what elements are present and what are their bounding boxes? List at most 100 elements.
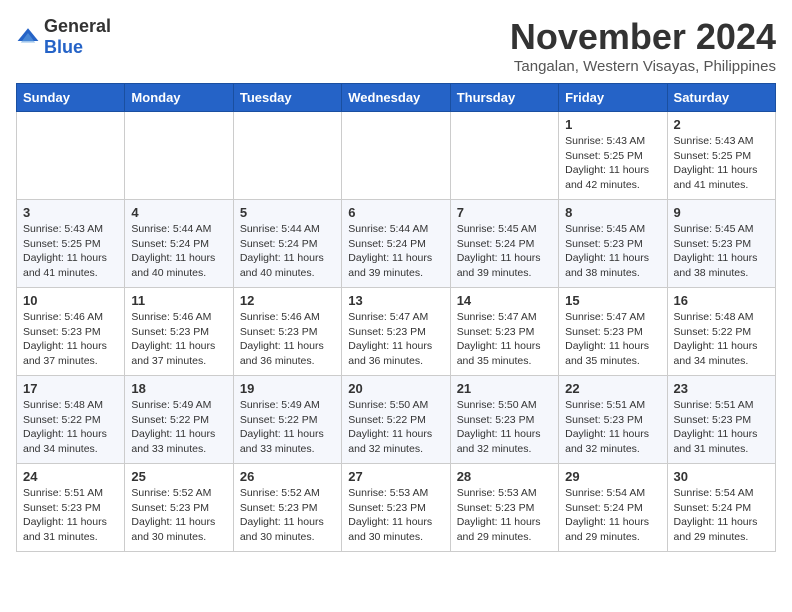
day-info: Sunrise: 5:54 AM Sunset: 5:24 PM Dayligh… [674, 486, 769, 545]
day-info: Sunrise: 5:44 AM Sunset: 5:24 PM Dayligh… [131, 222, 226, 281]
day-info: Sunrise: 5:48 AM Sunset: 5:22 PM Dayligh… [674, 310, 769, 369]
day-info: Sunrise: 5:45 AM Sunset: 5:23 PM Dayligh… [674, 222, 769, 281]
calendar-cell: 16Sunrise: 5:48 AM Sunset: 5:22 PM Dayli… [667, 288, 775, 376]
day-number: 3 [23, 205, 118, 220]
month-title: November 2024 [510, 16, 776, 58]
calendar-cell: 1 Sunrise: 5:43 AM Sunset: 5:25 PM Daylig… [559, 112, 667, 200]
day-number: 1 [565, 117, 660, 132]
day-number: 10 [23, 293, 118, 308]
calendar-cell: 5Sunrise: 5:44 AM Sunset: 5:24 PM Daylig… [233, 200, 341, 288]
day-info: Sunrise: 5:47 AM Sunset: 5:23 PM Dayligh… [565, 310, 660, 369]
calendar-cell: 4 Sunrise: 5:44 AM Sunset: 5:24 PM Daylig… [125, 200, 233, 288]
day-number: 4 [131, 205, 226, 220]
calendar-cell: 22 Sunrise: 5:51 AM Sunset: 5:23 PM Dayli… [559, 376, 667, 464]
title-area: November 2024 Tangalan, Western Visayas,… [510, 16, 776, 75]
day-info: Sunrise: 5:48 AM Sunset: 5:22 PM Dayligh… [23, 398, 118, 457]
day-number: 22 [565, 381, 660, 396]
day-number: 2 [674, 117, 769, 132]
calendar-cell [450, 112, 558, 200]
calendar-cell: 17 Sunrise: 5:48 AM Sunset: 5:22 PM Dayli… [17, 376, 125, 464]
calendar-cell [125, 112, 233, 200]
day-number: 6 [348, 205, 443, 220]
day-info: Sunrise: 5:49 AM Sunset: 5:22 PM Dayligh… [240, 398, 335, 457]
calendar-cell: 19 Sunrise: 5:49 AM Sunset: 5:22 PM Dayli… [233, 376, 341, 464]
day-info: Sunrise: 5:53 AM Sunset: 5:23 PM Dayligh… [457, 486, 552, 545]
day-info: Sunrise: 5:52 AM Sunset: 5:23 PM Dayligh… [131, 486, 226, 545]
logo-icon [16, 25, 40, 49]
calendar-cell: 10 Sunrise: 5:46 AM Sunset: 5:23 PM Dayli… [17, 288, 125, 376]
calendar-cell: 14Sunrise: 5:47 AM Sunset: 5:23 PM Dayli… [450, 288, 558, 376]
week-row-4: 24Sunrise: 5:51 AM Sunset: 5:23 PM Dayli… [17, 464, 776, 552]
day-info: Sunrise: 5:53 AM Sunset: 5:23 PM Dayligh… [348, 486, 443, 545]
day-number: 12 [240, 293, 335, 308]
day-info: Sunrise: 5:45 AM Sunset: 5:24 PM Dayligh… [457, 222, 552, 281]
logo-text: General Blue [44, 16, 111, 58]
day-number: 27 [348, 469, 443, 484]
day-number: 20 [348, 381, 443, 396]
day-info: Sunrise: 5:43 AM Sunset: 5:25 PM Dayligh… [674, 134, 769, 193]
calendar-cell: 11Sunrise: 5:46 AM Sunset: 5:23 PM Dayli… [125, 288, 233, 376]
day-number: 19 [240, 381, 335, 396]
day-number: 7 [457, 205, 552, 220]
day-number: 28 [457, 469, 552, 484]
day-info: Sunrise: 5:51 AM Sunset: 5:23 PM Dayligh… [565, 398, 660, 457]
day-info: Sunrise: 5:54 AM Sunset: 5:24 PM Dayligh… [565, 486, 660, 545]
logo-blue: Blue [44, 37, 83, 57]
day-number: 29 [565, 469, 660, 484]
week-row-2: 10 Sunrise: 5:46 AM Sunset: 5:23 PM Dayli… [17, 288, 776, 376]
calendar-cell: 8 Sunrise: 5:45 AM Sunset: 5:23 PM Daylig… [559, 200, 667, 288]
day-info: Sunrise: 5:44 AM Sunset: 5:24 PM Dayligh… [348, 222, 443, 281]
logo-general: General [44, 16, 111, 36]
day-info: Sunrise: 5:46 AM Sunset: 5:23 PM Dayligh… [240, 310, 335, 369]
day-number: 13 [348, 293, 443, 308]
calendar-cell: 2 Sunrise: 5:43 AM Sunset: 5:25 PM Daylig… [667, 112, 775, 200]
day-info: Sunrise: 5:49 AM Sunset: 5:22 PM Dayligh… [131, 398, 226, 457]
week-row-3: 17 Sunrise: 5:48 AM Sunset: 5:22 PM Dayli… [17, 376, 776, 464]
day-info: Sunrise: 5:43 AM Sunset: 5:25 PM Dayligh… [23, 222, 118, 281]
day-info: Sunrise: 5:50 AM Sunset: 5:22 PM Dayligh… [348, 398, 443, 457]
location-title: Tangalan, Western Visayas, Philippines [510, 58, 776, 75]
logo: General Blue [16, 16, 111, 58]
page-header: General Blue November 2024 Tangalan, Wes… [16, 16, 776, 75]
day-number: 8 [565, 205, 660, 220]
week-row-1: 3 Sunrise: 5:43 AM Sunset: 5:25 PM Daylig… [17, 200, 776, 288]
day-info: Sunrise: 5:52 AM Sunset: 5:23 PM Dayligh… [240, 486, 335, 545]
day-number: 11 [131, 293, 226, 308]
calendar-cell: 29 Sunrise: 5:54 AM Sunset: 5:24 PM Dayli… [559, 464, 667, 552]
calendar-cell: 7 Sunrise: 5:45 AM Sunset: 5:24 PM Daylig… [450, 200, 558, 288]
day-info: Sunrise: 5:45 AM Sunset: 5:23 PM Dayligh… [565, 222, 660, 281]
day-number: 15 [565, 293, 660, 308]
weekday-header-friday: Friday [559, 84, 667, 112]
day-info: Sunrise: 5:51 AM Sunset: 5:23 PM Dayligh… [23, 486, 118, 545]
day-info: Sunrise: 5:51 AM Sunset: 5:23 PM Dayligh… [674, 398, 769, 457]
calendar-cell: 20 Sunrise: 5:50 AM Sunset: 5:22 PM Dayli… [342, 376, 450, 464]
day-number: 5 [240, 205, 335, 220]
calendar-cell: 6 Sunrise: 5:44 AM Sunset: 5:24 PM Daylig… [342, 200, 450, 288]
weekday-header-monday: Monday [125, 84, 233, 112]
calendar-table: SundayMondayTuesdayWednesdayThursdayFrid… [16, 83, 776, 552]
day-info: Sunrise: 5:43 AM Sunset: 5:25 PM Dayligh… [565, 134, 660, 193]
day-info: Sunrise: 5:47 AM Sunset: 5:23 PM Dayligh… [457, 310, 552, 369]
day-info: Sunrise: 5:50 AM Sunset: 5:23 PM Dayligh… [457, 398, 552, 457]
calendar-cell: 3 Sunrise: 5:43 AM Sunset: 5:25 PM Daylig… [17, 200, 125, 288]
calendar-cell: 21Sunrise: 5:50 AM Sunset: 5:23 PM Dayli… [450, 376, 558, 464]
calendar-cell: 18 Sunrise: 5:49 AM Sunset: 5:22 PM Dayli… [125, 376, 233, 464]
day-number: 25 [131, 469, 226, 484]
day-number: 17 [23, 381, 118, 396]
calendar-cell: 23 Sunrise: 5:51 AM Sunset: 5:23 PM Dayli… [667, 376, 775, 464]
day-number: 18 [131, 381, 226, 396]
calendar-cell [17, 112, 125, 200]
calendar-cell: 27 Sunrise: 5:53 AM Sunset: 5:23 PM Dayli… [342, 464, 450, 552]
weekday-header-sunday: Sunday [17, 84, 125, 112]
calendar-cell: 13 Sunrise: 5:47 AM Sunset: 5:23 PM Dayli… [342, 288, 450, 376]
day-info: Sunrise: 5:46 AM Sunset: 5:23 PM Dayligh… [23, 310, 118, 369]
day-number: 9 [674, 205, 769, 220]
day-info: Sunrise: 5:47 AM Sunset: 5:23 PM Dayligh… [348, 310, 443, 369]
day-number: 30 [674, 469, 769, 484]
day-number: 23 [674, 381, 769, 396]
calendar-cell: 12 Sunrise: 5:46 AM Sunset: 5:23 PM Dayli… [233, 288, 341, 376]
calendar-cell: 9 Sunrise: 5:45 AM Sunset: 5:23 PM Daylig… [667, 200, 775, 288]
calendar-cell: 28 Sunrise: 5:53 AM Sunset: 5:23 PM Dayli… [450, 464, 558, 552]
calendar-cell: 24Sunrise: 5:51 AM Sunset: 5:23 PM Dayli… [17, 464, 125, 552]
day-number: 26 [240, 469, 335, 484]
